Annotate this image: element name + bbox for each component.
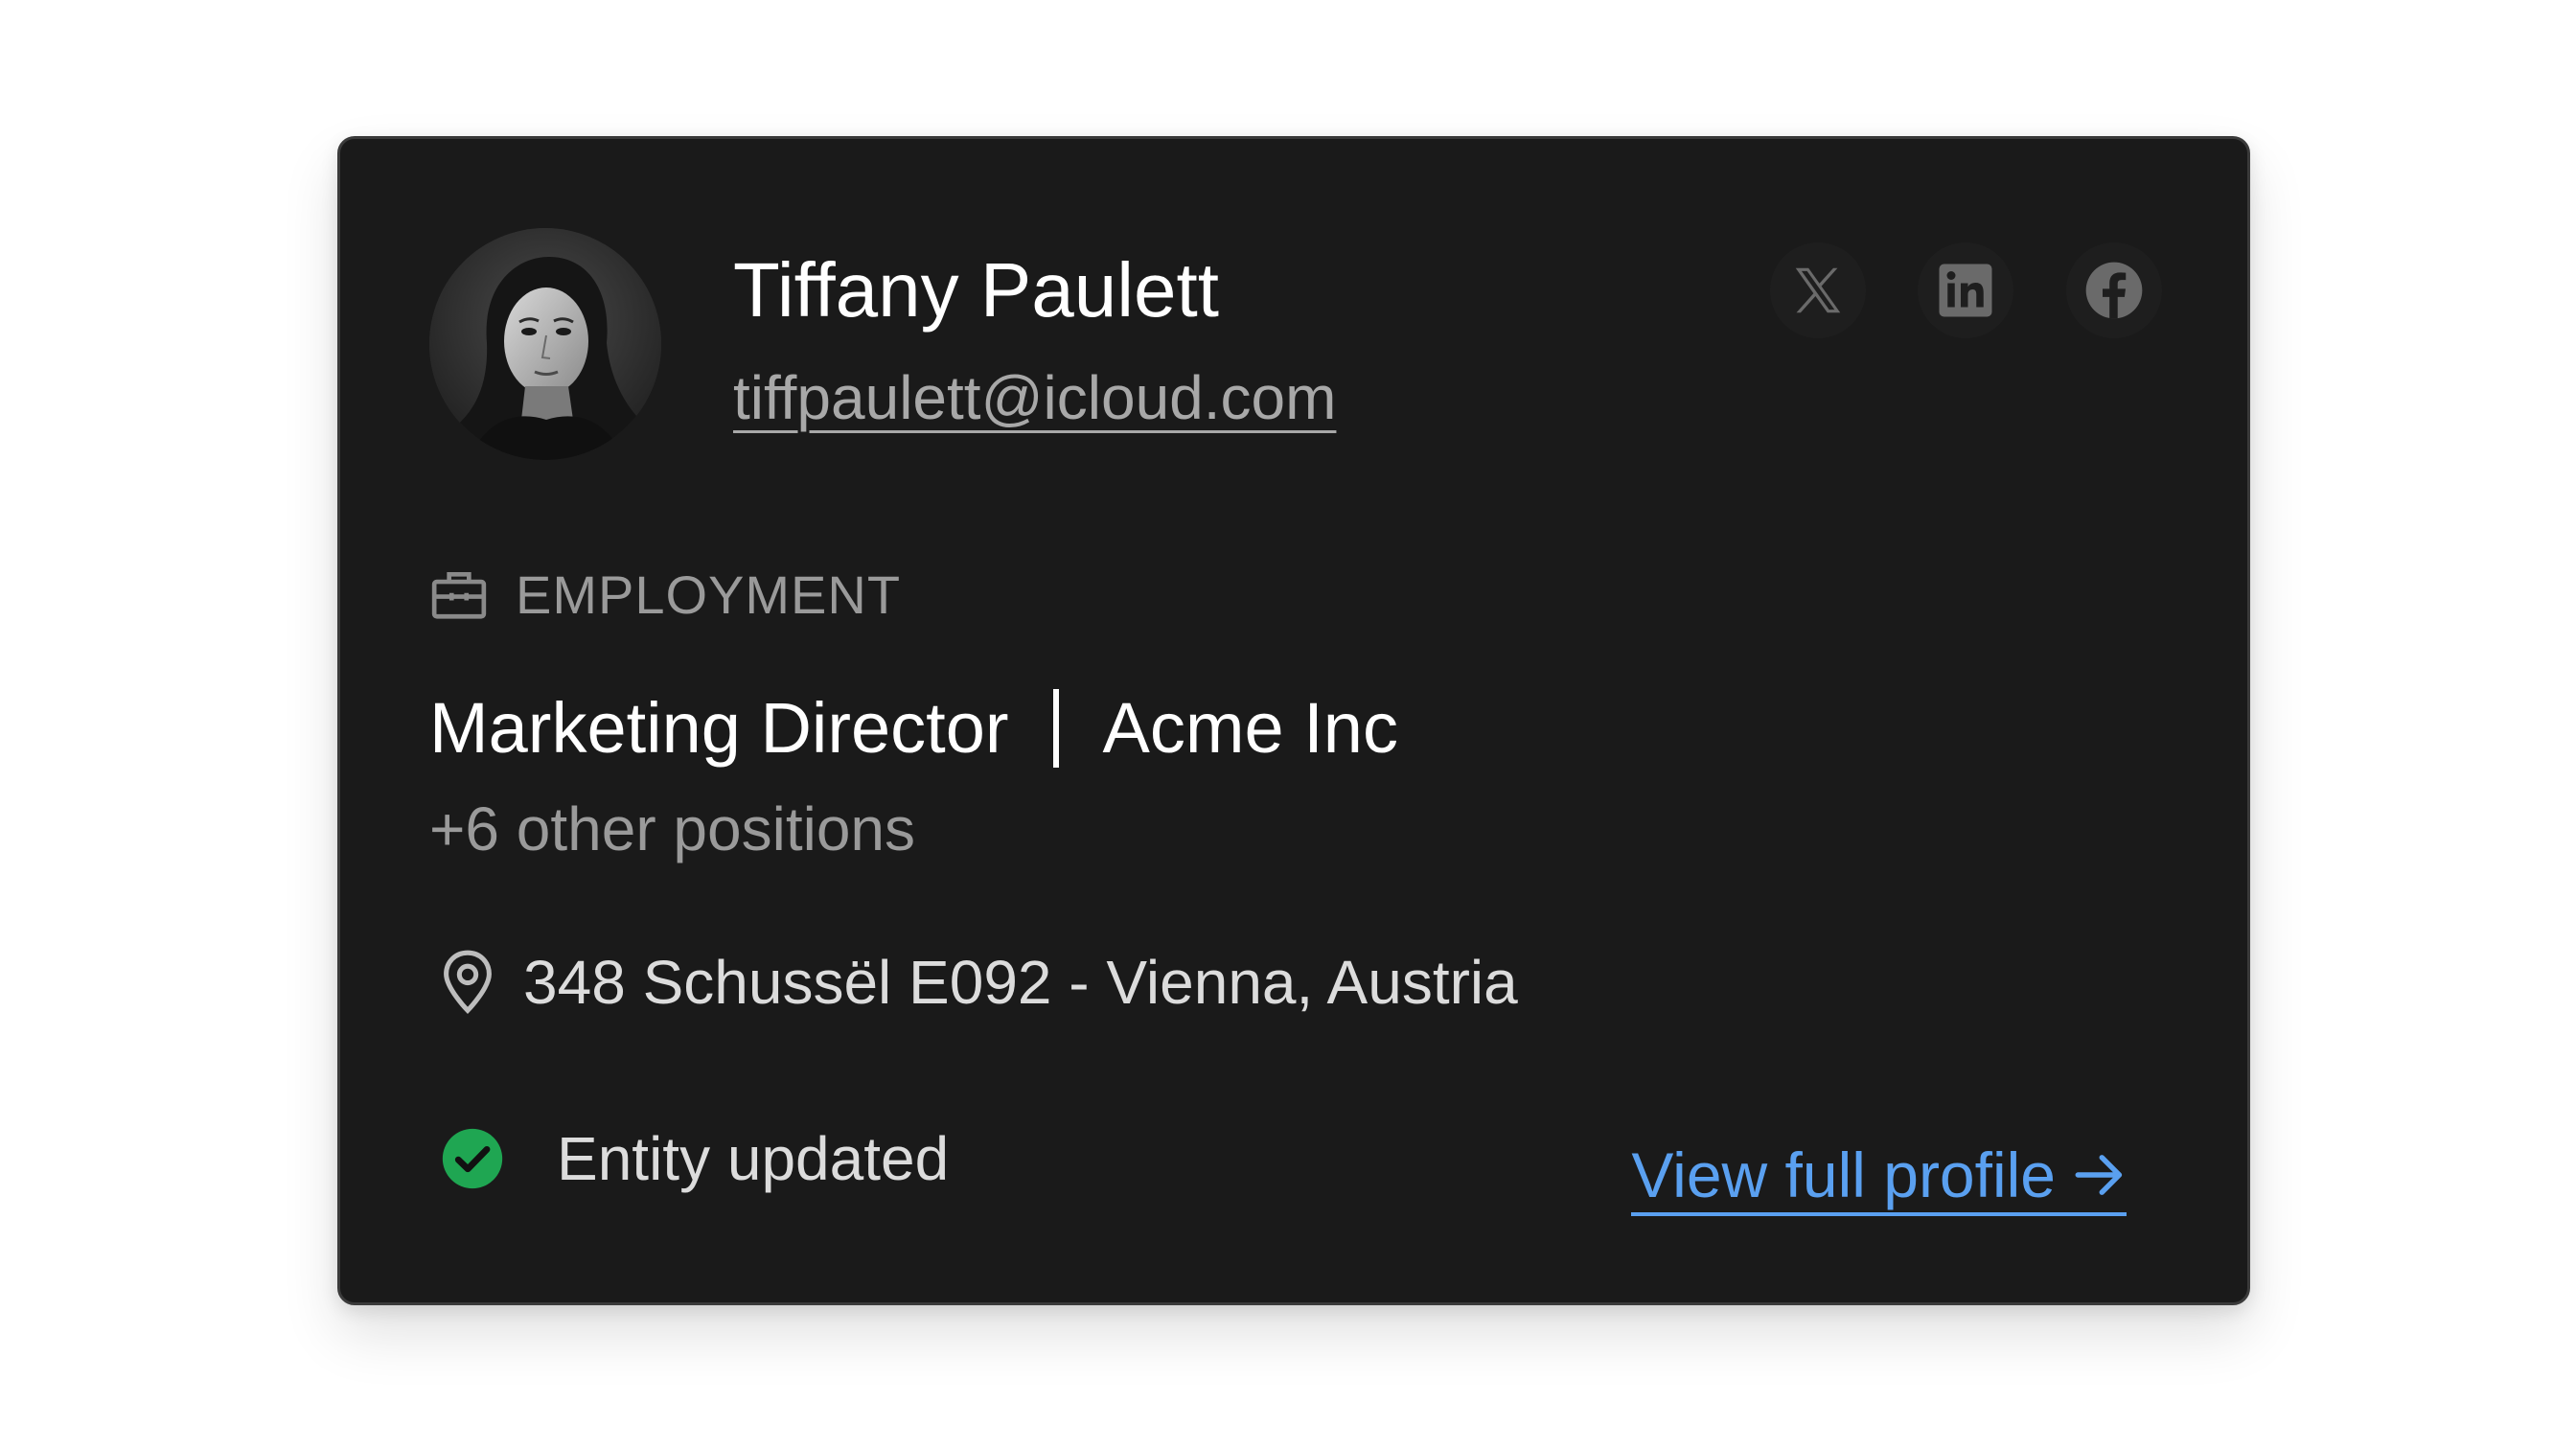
- contact-email-link[interactable]: tiffpaulett@icloud.com: [733, 367, 1336, 428]
- divider: [1052, 689, 1059, 768]
- view-full-profile-label: View full profile: [1631, 1139, 2056, 1210]
- linkedin-social-button[interactable]: [1918, 242, 2013, 338]
- location-pin-icon: [444, 950, 492, 1015]
- briefcase-icon: [431, 572, 487, 619]
- address-text: 348 Schussël E092 - Vienna, Austria: [523, 948, 1518, 1017]
- address-row: 348 Schussël E092 - Vienna, Austria: [441, 949, 1518, 1016]
- job-title: Marketing Director: [429, 688, 1009, 768]
- contact-card: Tiffany Paulett tiffpaulett@icloud.com E…: [337, 136, 2250, 1305]
- employment-label: EMPLOYMENT: [516, 564, 902, 625]
- x-icon: [1795, 267, 1841, 313]
- facebook-icon: [2085, 262, 2143, 319]
- status-row: Entity updated: [440, 1126, 949, 1191]
- avatar: [429, 228, 661, 460]
- view-full-profile-link[interactable]: View full profile: [1631, 1143, 2127, 1216]
- company-name: Acme Inc: [1102, 688, 1398, 768]
- current-position: Marketing Director Acme Inc: [429, 689, 1398, 768]
- facebook-social-button[interactable]: [2066, 242, 2162, 338]
- x-social-button[interactable]: [1770, 242, 1866, 338]
- contact-name: Tiffany Paulett: [733, 247, 1219, 333]
- check-circle-icon: [442, 1128, 503, 1189]
- status-text: Entity updated: [557, 1124, 950, 1193]
- avatar-photo: [429, 228, 661, 460]
- other-positions-text[interactable]: +6 other positions: [429, 798, 915, 860]
- arrow-right-icon: [2073, 1151, 2127, 1199]
- employment-section-header: EMPLOYMENT: [429, 561, 901, 628]
- linkedin-icon: [1939, 264, 1992, 317]
